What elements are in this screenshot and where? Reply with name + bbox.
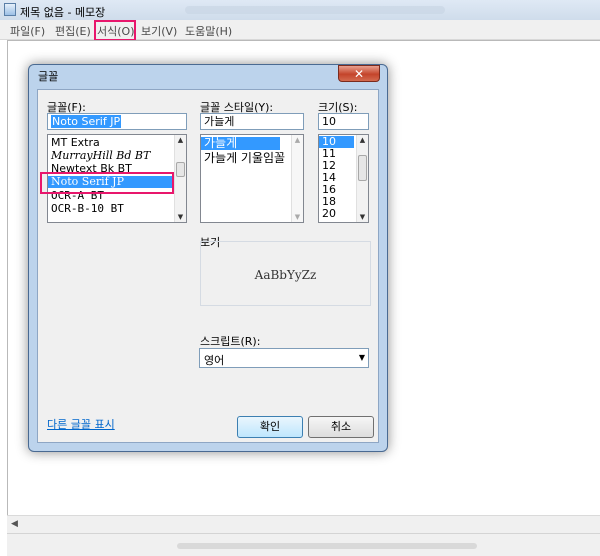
scroll-thumb[interactable]	[358, 155, 367, 181]
status-bar	[7, 533, 600, 556]
menu-bar: 파일(F) 편집(E) 서식(O) 보기(V) 도움말(H)	[0, 20, 600, 40]
style-list-item-selected[interactable]: 가늘게	[201, 137, 280, 150]
scroll-up-icon[interactable]: ▲	[357, 136, 368, 144]
show-more-fonts-link[interactable]: 다른 글꼴 표시	[47, 416, 115, 432]
font-name-value: Noto Serif JP	[51, 115, 122, 128]
font-list-scrollbar[interactable]: ▲ ▼	[174, 135, 186, 222]
scroll-thumb[interactable]	[176, 162, 185, 177]
menu-view[interactable]: 보기(V)	[141, 23, 177, 39]
font-style-list[interactable]: 가늘게 가늘게 기울임꼴 ▲ ▼	[200, 134, 304, 223]
script-dropdown[interactable]: 영어 ▼	[199, 348, 369, 368]
size-list-scrollbar[interactable]: ▲ ▼	[356, 135, 368, 222]
menu-edit[interactable]: 편집(E)	[55, 23, 91, 39]
font-size-list[interactable]: 10 11 12 14 16 18 20 ▲ ▼	[318, 134, 369, 223]
scroll-left-icon[interactable]: ◀	[11, 519, 18, 529]
font-size-input[interactable]: 10	[318, 113, 369, 130]
selected-font-highlight-box	[40, 172, 174, 194]
font-list-item[interactable]: MT Extra	[48, 137, 100, 149]
font-dialog: 글꼴 ✕ 글꼴(F): Noto Serif JP MT Extra Murra…	[28, 64, 388, 452]
font-list-item[interactable]: OCR-B-10 BT	[48, 203, 124, 215]
format-menu-highlight-box	[94, 20, 136, 41]
font-list-item[interactable]: MurrayHill Bd BT	[48, 150, 150, 162]
menu-help[interactable]: 도움말(H)	[185, 23, 232, 39]
title-bar: 제목 없음 - 메모장	[0, 0, 600, 20]
close-button[interactable]: ✕	[338, 65, 380, 82]
font-style-input[interactable]: 가늘게	[200, 113, 304, 130]
ok-button[interactable]: 확인	[237, 416, 303, 438]
menu-file[interactable]: 파일(F)	[10, 23, 45, 39]
scroll-up-icon[interactable]: ▲	[292, 136, 303, 144]
scroll-down-icon[interactable]: ▼	[292, 213, 303, 221]
window-title: 제목 없음 - 메모장	[20, 6, 106, 19]
dialog-body: 글꼴(F): Noto Serif JP MT Extra MurrayHill…	[37, 89, 379, 443]
chevron-down-icon[interactable]: ▼	[359, 353, 365, 362]
style-list-scrollbar[interactable]: ▲ ▼	[291, 135, 303, 222]
scroll-down-icon[interactable]: ▼	[175, 213, 186, 221]
style-list-item[interactable]: 가늘게 기울임꼴	[201, 152, 285, 165]
preview-box: AaBbYyZz	[200, 241, 371, 306]
notepad-icon	[4, 3, 16, 16]
font-name-input[interactable]: Noto Serif JP	[47, 113, 187, 130]
blurred-status-area	[177, 543, 477, 549]
scroll-up-icon[interactable]: ▲	[175, 136, 186, 144]
blurred-title-area	[185, 6, 445, 14]
cancel-button[interactable]: 취소	[308, 416, 374, 438]
script-label: 스크립트(R):	[200, 335, 261, 348]
script-value: 영어	[204, 354, 225, 367]
size-list-item[interactable]: 20	[319, 208, 336, 220]
preview-sample-text: AaBbYyZz	[254, 268, 317, 282]
horizontal-scrollbar[interactable]: ◀	[7, 515, 600, 533]
scroll-down-icon[interactable]: ▼	[357, 213, 368, 221]
dialog-title: 글꼴	[38, 70, 59, 83]
